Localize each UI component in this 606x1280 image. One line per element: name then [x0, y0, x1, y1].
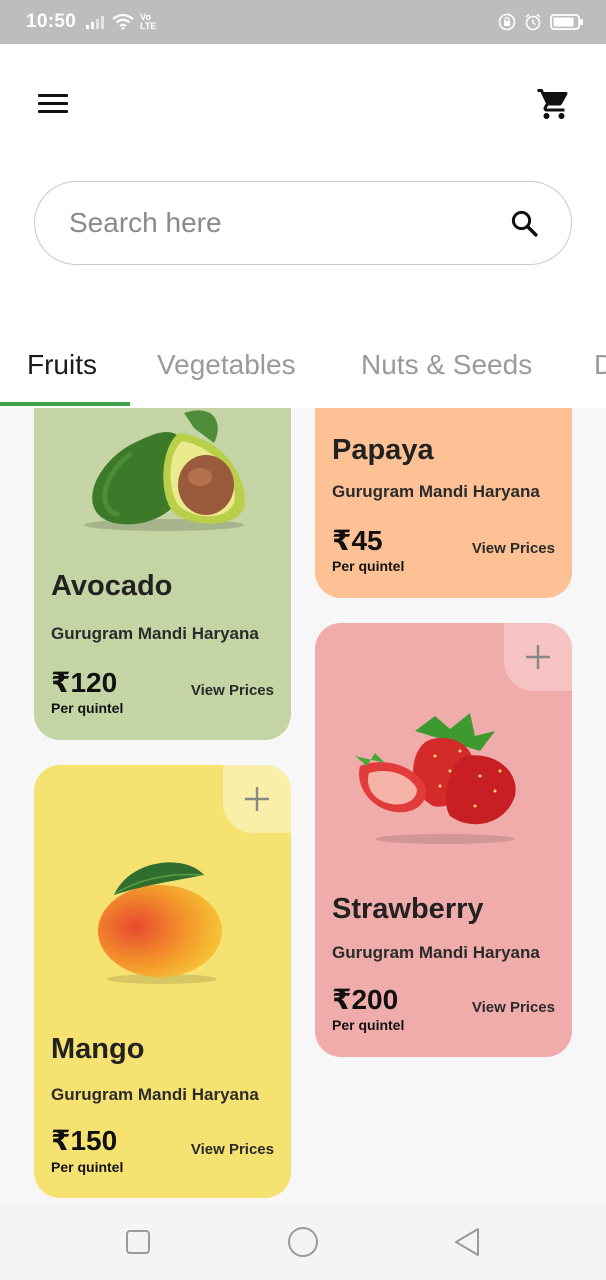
alarm-icon [525, 13, 541, 31]
home-button[interactable] [285, 1224, 321, 1260]
system-nav-bar [0, 1204, 606, 1280]
product-market: Gurugram Mandi Haryana [332, 943, 540, 962]
product-name: Avocado [51, 570, 173, 602]
product-market: Gurugram Mandi Haryana [51, 624, 259, 643]
view-prices-link[interactable]: View Prices [472, 999, 555, 1016]
search-input[interactable] [69, 207, 509, 239]
product-card-mango[interactable]: Mango Gurugram Mandi Haryana ₹150 Per qu… [34, 765, 291, 1198]
product-card-strawberry[interactable]: Strawberry Gurugram Mandi Haryana ₹200 P… [315, 623, 572, 1057]
status-bar: 10:50 Vo LTE [0, 0, 606, 44]
shopping-cart-icon[interactable] [536, 86, 572, 122]
app-header: Fruits Vegetables Nuts & Seeds D [0, 44, 606, 408]
product-name: Strawberry [332, 893, 484, 925]
product-price-unit: Per quintel [51, 1159, 124, 1175]
product-market: Gurugram Mandi Haryana [332, 482, 540, 501]
product-name: Papaya [332, 434, 434, 466]
product-grid: Avocado Gurugram Mandi Haryana ₹120 Per … [0, 408, 606, 1204]
avocado-image [84, 410, 245, 531]
plus-icon [245, 787, 269, 811]
product-price-unit: Per quintel [332, 558, 405, 574]
status-icons-right [498, 13, 584, 31]
product-name: Mango [51, 1033, 145, 1065]
product-price-unit: Per quintel [332, 1017, 405, 1033]
mango-image [98, 862, 222, 984]
wifi-icon [112, 14, 134, 30]
view-prices-link[interactable]: View Prices [472, 540, 555, 557]
tab-nuts-seeds[interactable]: Nuts & Seeds [361, 340, 532, 408]
strawberry-image [355, 713, 516, 844]
hamburger-menu-icon[interactable] [38, 94, 68, 114]
view-prices-link[interactable]: View Prices [191, 682, 274, 699]
product-price-unit: Per quintel [51, 700, 124, 716]
signal-icon [86, 16, 105, 29]
view-prices-link[interactable]: View Prices [191, 1141, 274, 1158]
search-bar [34, 181, 572, 265]
tab-vegetables[interactable]: Vegetables [157, 340, 296, 408]
volte-label: Vo LTE [140, 12, 157, 31]
tab-partial-next[interactable]: D [594, 340, 606, 408]
status-time: 10:50 [26, 11, 77, 32]
recent-apps-button[interactable] [120, 1224, 156, 1260]
tab-fruits[interactable]: Fruits [27, 340, 97, 408]
tab-indicator [0, 402, 130, 406]
product-card-avocado[interactable]: Avocado Gurugram Mandi Haryana ₹120 Per … [34, 408, 291, 740]
product-price: ₹200 [332, 984, 399, 1015]
plus-icon [526, 645, 550, 669]
status-icons-left: Vo LTE [86, 13, 160, 31]
category-tabs: Fruits Vegetables Nuts & Seeds D [0, 340, 606, 408]
product-market: Gurugram Mandi Haryana [51, 1085, 259, 1104]
search-icon[interactable] [509, 208, 539, 238]
product-price: ₹45 [332, 525, 383, 556]
back-button[interactable] [450, 1224, 486, 1260]
product-price: ₹150 [51, 1125, 118, 1156]
add-to-cart-button[interactable] [504, 623, 572, 691]
product-price: ₹120 [51, 667, 118, 698]
battery-icon [550, 14, 583, 30]
product-card-papaya[interactable]: Papaya Gurugram Mandi Haryana ₹45 Per qu… [315, 408, 572, 598]
lock-rotation-icon [498, 13, 516, 31]
add-to-cart-button[interactable] [223, 765, 291, 833]
